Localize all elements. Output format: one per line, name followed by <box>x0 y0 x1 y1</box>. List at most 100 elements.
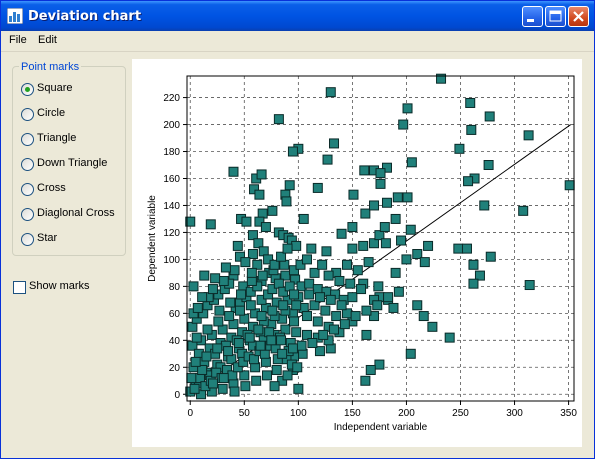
y-tick-label: 20 <box>169 363 181 374</box>
data-point <box>336 300 347 311</box>
data-point <box>207 378 218 389</box>
x-axis-label: Independent variable <box>334 422 428 433</box>
maximize-button[interactable] <box>545 6 566 27</box>
data-point <box>359 165 370 176</box>
radio-button[interactable] <box>21 233 34 246</box>
data-point <box>289 316 300 327</box>
data-point <box>345 278 356 289</box>
data-point <box>217 383 228 394</box>
data-point <box>281 196 292 207</box>
radio-button[interactable] <box>21 158 34 171</box>
data-point <box>246 267 257 278</box>
data-point <box>360 375 371 386</box>
data-point <box>418 311 429 322</box>
y-tick-label: 60 <box>169 309 181 320</box>
maximize-icon <box>549 10 562 22</box>
data-point <box>292 362 303 373</box>
y-tick-label: 120 <box>163 228 180 239</box>
data-point <box>406 157 417 168</box>
data-point <box>240 257 251 268</box>
data-point <box>289 289 300 300</box>
radio-button[interactable] <box>21 83 34 96</box>
data-point <box>334 275 345 286</box>
radio-button[interactable] <box>21 183 34 196</box>
data-point <box>393 286 404 297</box>
data-point <box>360 208 371 219</box>
data-point <box>271 364 282 375</box>
close-button[interactable] <box>568 6 589 27</box>
data-point <box>229 386 240 397</box>
data-point <box>454 143 465 154</box>
y-axis-label: Dependent variable <box>147 195 158 282</box>
data-point <box>232 240 243 251</box>
data-point <box>379 222 390 233</box>
y-tick-label: 100 <box>163 255 180 266</box>
point-marks-title: Point marks <box>19 61 82 73</box>
data-point <box>374 359 385 370</box>
data-point <box>223 346 234 357</box>
data-point <box>241 216 252 227</box>
data-point <box>373 281 384 292</box>
data-point <box>321 246 332 257</box>
data-point <box>282 243 293 254</box>
x-tick-label: 100 <box>290 408 307 419</box>
radio-label: Down Triangle <box>37 157 108 169</box>
data-point <box>329 138 340 149</box>
data-point <box>276 335 287 346</box>
data-point <box>233 338 244 349</box>
data-point <box>210 273 221 284</box>
y-tick-label: 200 <box>163 120 180 131</box>
menu-edit[interactable]: Edit <box>38 34 57 46</box>
data-point <box>188 281 199 292</box>
y-tick-label: 40 <box>169 336 181 347</box>
data-point <box>282 370 293 381</box>
radio-button[interactable] <box>21 208 34 221</box>
data-point <box>260 222 271 233</box>
data-point <box>293 383 304 394</box>
radio-label: Diaglonal Cross <box>37 207 115 219</box>
data-point <box>306 243 317 254</box>
data-point <box>336 228 347 239</box>
radio-button[interactable] <box>21 133 34 146</box>
x-tick-label: 250 <box>452 408 469 419</box>
checkbox-box[interactable] <box>13 281 26 294</box>
checkbox-label: Show marks <box>29 280 90 292</box>
data-point <box>352 265 363 276</box>
data-point <box>291 300 302 311</box>
data-point <box>304 278 315 289</box>
data-point <box>479 200 490 211</box>
data-point <box>256 169 267 180</box>
data-point <box>339 319 350 330</box>
radio-label: Circle <box>37 107 66 119</box>
x-tick-label: 300 <box>506 408 523 419</box>
data-point <box>199 270 210 281</box>
data-point <box>402 192 413 203</box>
data-point <box>228 166 239 177</box>
data-point <box>483 160 494 171</box>
data-point <box>523 130 534 141</box>
data-point <box>269 381 280 392</box>
data-point <box>277 348 288 359</box>
y-tick-label: 180 <box>163 147 180 158</box>
data-point <box>468 278 479 289</box>
minimize-icon <box>527 19 534 22</box>
data-point <box>402 103 413 114</box>
y-tick-label: 140 <box>163 201 180 212</box>
radio-button[interactable] <box>21 108 34 121</box>
data-point <box>312 182 323 193</box>
minimize-button[interactable] <box>522 6 543 27</box>
data-point <box>341 259 352 270</box>
data-point <box>388 302 399 313</box>
data-point <box>307 338 318 349</box>
data-point <box>220 262 231 273</box>
data-point <box>225 297 236 308</box>
data-points <box>185 73 575 400</box>
data-point <box>254 189 265 200</box>
data-point <box>465 97 476 108</box>
data-point <box>466 124 477 135</box>
title-bar[interactable]: Deviation chart <box>1 1 594 31</box>
data-point <box>287 146 298 157</box>
menu-bar: File Edit <box>1 31 594 52</box>
menu-file[interactable]: File <box>9 34 27 46</box>
data-point <box>213 316 224 327</box>
